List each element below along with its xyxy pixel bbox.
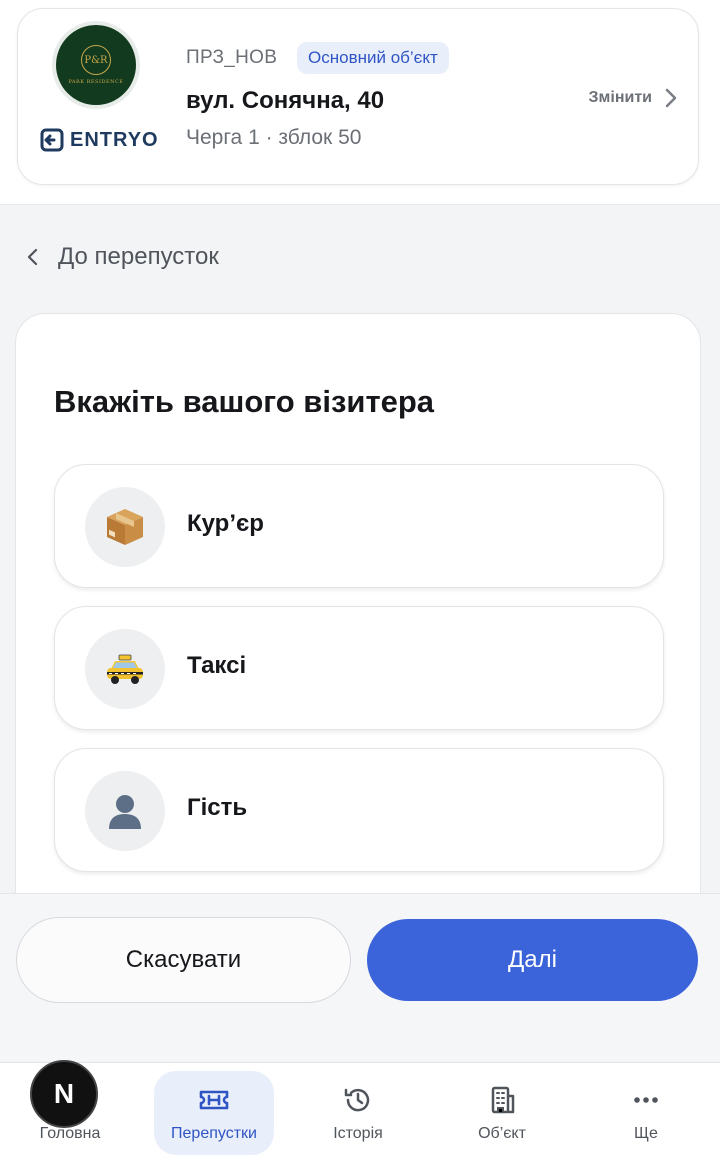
residence-logo: P&R PARK RESIDENCE [52,21,140,109]
n-floating-badge[interactable]: N [30,1060,98,1128]
package-icon [107,509,143,545]
object-address: вул. Сонячна, 40 [186,87,385,114]
nav-label-history: Історія [333,1125,383,1142]
entryo-logo-icon [40,128,64,152]
entryo-brand-text: ENTRYO [70,128,159,151]
bottom-navigation: Головна Перепустки Історія Об’єкт Ще [0,1062,720,1156]
taxi-label: Таксі [187,652,247,679]
visitor-selection-card: Вкажіть вашого візитера Кур’єр Таксі Гіс… [15,313,701,933]
visitor-title: Вкажіть вашого візитера [54,384,435,419]
courier-label: Кур’єр [187,510,264,537]
change-object-button[interactable]: Змінити [589,83,680,113]
entryo-logo: ENTRYO [40,125,159,155]
history-icon [344,1088,370,1112]
top-header: P&R PARK RESIDENCE ENTRYO ПРЗ_НОВ Основн… [0,0,720,205]
next-button[interactable]: Далі [367,919,698,1001]
nav-item-passes[interactable]: Перепустки [154,1071,274,1155]
residence-logo-text: PARK RESIDENCE [68,79,124,85]
back-link-label: До перепусток [58,243,219,270]
visitor-option-guest[interactable]: Гість [54,748,664,872]
residence-logo-mark: P&R [81,45,111,75]
building-icon [491,1086,515,1114]
taxi-icon-wrap [85,629,165,709]
visitor-option-taxi[interactable]: Таксі [54,606,664,730]
nav-item-history[interactable]: Історія [298,1071,418,1155]
object-card[interactable]: P&R PARK RESIDENCE ENTRYO ПРЗ_НОВ Основн… [17,8,699,185]
nav-item-more[interactable]: Ще [586,1071,706,1155]
taxi-icon [107,654,143,684]
nav-label-passes: Перепустки [171,1125,257,1142]
nav-label-object: Об’єкт [478,1125,526,1142]
person-icon [109,795,141,829]
courier-icon-wrap [85,487,165,567]
action-bar: Скасувати Далі [0,893,720,1061]
main-object-badge: Основний об’єкт [297,42,449,74]
nav-label-home: Головна [39,1125,101,1142]
guest-icon-wrap [85,771,165,851]
chevron-right-icon [665,88,677,108]
cancel-button[interactable]: Скасувати [16,917,351,1003]
chevron-left-icon [27,248,38,266]
object-code: ПРЗ_НОВ [186,47,278,68]
nav-item-object[interactable]: Об’єкт [442,1071,562,1155]
object-subtitle: Черга 1 · зблок 50 [186,126,362,149]
visitor-option-courier[interactable]: Кур’єр [54,464,664,588]
nav-label-more: Ще [634,1125,658,1142]
residence-logo-inner: P&R PARK RESIDENCE [56,25,136,105]
change-object-label: Змінити [588,89,652,106]
more-icon [634,1097,658,1103]
back-to-passes-link[interactable]: До перепусток [24,238,219,276]
ticket-icon [199,1090,229,1110]
guest-label: Гість [187,794,248,821]
